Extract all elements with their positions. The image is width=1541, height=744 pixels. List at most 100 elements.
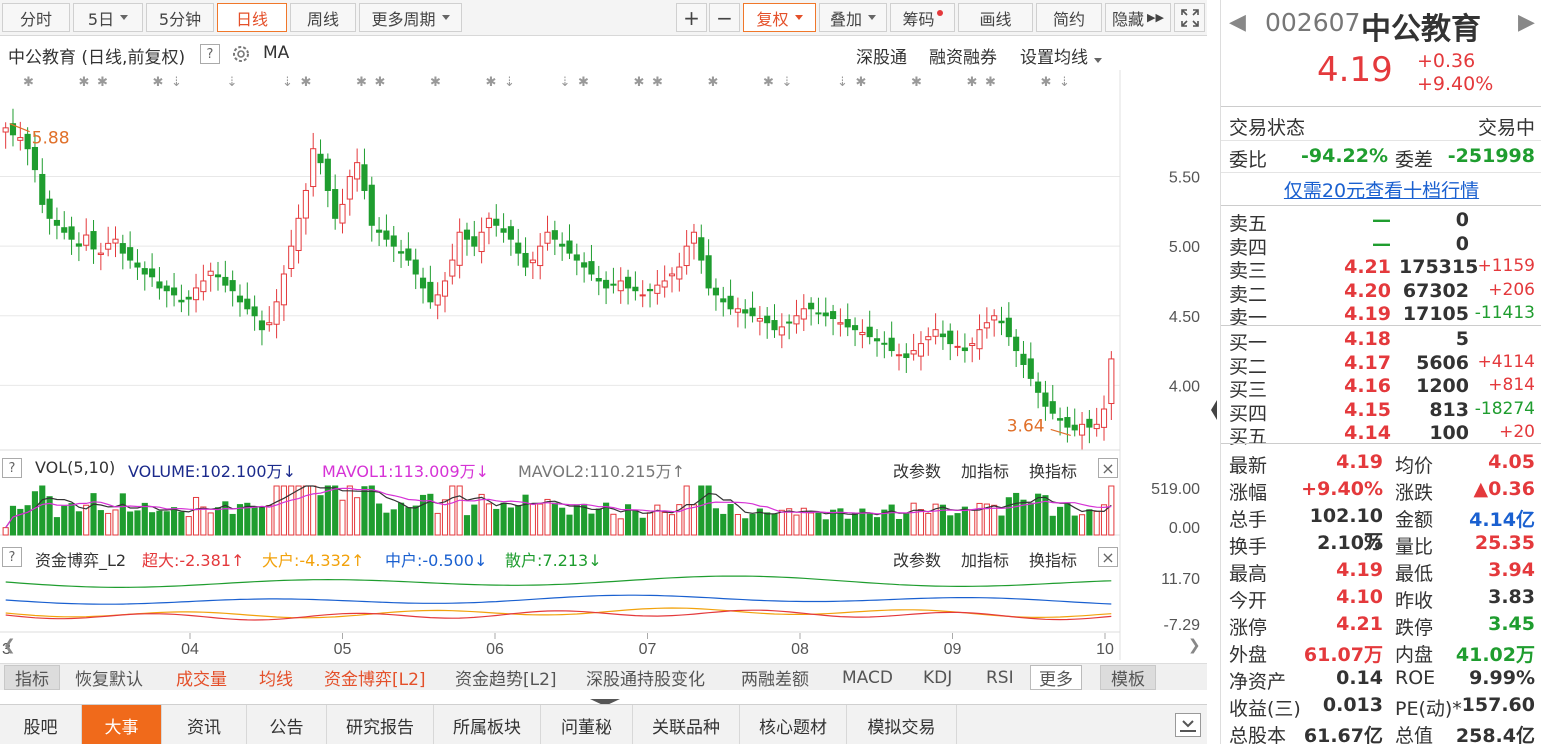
candlestick[interactable]	[471, 220, 478, 257]
indicator-tab-rsi[interactable]: RSI	[986, 665, 1014, 690]
candlestick[interactable]	[398, 239, 405, 268]
template-button[interactable]: 模板	[1100, 665, 1156, 690]
candlestick[interactable]	[1108, 351, 1115, 420]
candlestick[interactable]	[244, 282, 251, 315]
candlestick[interactable]	[251, 295, 258, 331]
candlestick[interactable]	[793, 299, 800, 334]
indicator-tab-restore[interactable]: 恢复默认	[75, 665, 143, 690]
candlestick[interactable]	[705, 239, 712, 296]
candlestick[interactable]	[566, 224, 573, 260]
candlestick[interactable]	[163, 280, 170, 308]
candlestick[interactable]	[1078, 411, 1086, 450]
candlestick[interactable]	[559, 232, 566, 261]
indicator-tab-macd[interactable]: MACD	[842, 665, 893, 690]
candlestick[interactable]	[778, 313, 785, 349]
candlestick[interactable]	[786, 314, 793, 340]
tab-research[interactable]: 研究报告	[327, 705, 434, 744]
candlestick[interactable]	[639, 280, 646, 308]
event-marker-icon[interactable]: ✱	[985, 75, 996, 90]
candlestick[interactable]	[888, 321, 895, 357]
candlestick[interactable]	[9, 108, 17, 147]
event-marker-icon[interactable]: ✱	[578, 75, 589, 90]
candlestick[interactable]	[734, 297, 741, 328]
help-button[interactable]: ?	[200, 44, 220, 64]
candlestick[interactable]	[961, 333, 968, 363]
promo-link[interactable]: 仅需20元查看十档行情	[1221, 176, 1541, 203]
zoom-in-button[interactable]: +	[676, 3, 707, 32]
fund-switch-indicator[interactable]: 换指标	[1029, 547, 1077, 571]
candlestick[interactable]	[75, 232, 82, 262]
tab-sim-trade[interactable]: 模拟交易	[847, 705, 957, 744]
candlestick[interactable]	[544, 215, 551, 251]
candlestick[interactable]	[500, 213, 507, 243]
candlestick[interactable]	[756, 306, 763, 336]
candlestick[interactable]	[24, 127, 31, 166]
event-marker-icon[interactable]: ⇣	[282, 75, 293, 90]
event-marker-icon[interactable]: ✱	[356, 75, 367, 90]
indicator-tab-ma[interactable]: 均线	[259, 665, 293, 690]
candlestick[interactable]	[222, 260, 229, 293]
candlestick[interactable]	[185, 290, 192, 316]
candlestick[interactable]	[983, 307, 990, 339]
candlestick[interactable]	[156, 267, 163, 300]
candlestick[interactable]	[280, 265, 287, 322]
candlestick[interactable]	[339, 188, 346, 234]
candlestick[interactable]	[749, 291, 756, 323]
candlestick[interactable]	[310, 132, 317, 197]
candlestick[interactable]	[1013, 329, 1020, 367]
candlestick[interactable]	[97, 242, 104, 271]
candlestick[interactable]	[127, 231, 134, 269]
candlestick[interactable]	[105, 226, 112, 257]
candlestick[interactable]	[522, 237, 529, 277]
candlestick[interactable]	[764, 307, 771, 339]
candlestick[interactable]	[17, 121, 24, 151]
fund-add-indicator[interactable]: 加指标	[961, 547, 1009, 571]
candlestick[interactable]	[537, 233, 544, 280]
vol-close-button[interactable]: ×	[1098, 458, 1118, 478]
event-marker-icon[interactable]: ✱	[430, 75, 441, 90]
candlestick[interactable]	[427, 265, 434, 309]
candlestick[interactable]	[515, 228, 522, 266]
candlestick[interactable]	[624, 269, 632, 305]
candlestick[interactable]	[463, 222, 471, 256]
event-marker-icon[interactable]: ⇣	[560, 75, 571, 90]
candlestick[interactable]	[295, 204, 302, 264]
event-marker-icon[interactable]: ✱	[708, 75, 719, 90]
candlestick[interactable]	[881, 331, 888, 359]
tab-fenshi[interactable]: 分时	[2, 3, 70, 32]
event-marker-icon[interactable]: ✱	[23, 75, 34, 90]
candlestick[interactable]	[354, 148, 361, 192]
event-marker-icon[interactable]: ⇣	[837, 75, 848, 90]
candlestick[interactable]	[383, 214, 390, 247]
candlestick[interactable]	[419, 267, 427, 304]
candlestick[interactable]	[61, 211, 68, 240]
indicator-tab-fund-game[interactable]: 资金博弈[L2]	[324, 665, 426, 690]
tab-5day[interactable]: 5日	[73, 3, 143, 32]
tab-announcements[interactable]: 公告	[247, 705, 327, 744]
candlestick[interactable]	[859, 319, 866, 349]
candlestick[interactable]	[229, 270, 236, 307]
candlestick[interactable]	[844, 303, 851, 337]
prev-stock-icon[interactable]: ◀	[1229, 10, 1246, 35]
event-marker-icon[interactable]: ⇣	[171, 75, 182, 90]
candlestick[interactable]	[1086, 410, 1093, 444]
candlestick[interactable]	[1071, 408, 1078, 437]
event-marker-icon[interactable]: ⇣	[782, 75, 793, 90]
candlestick[interactable]	[529, 251, 536, 280]
indicator-tab-sgt-holding[interactable]: 深股通持股变化	[586, 665, 705, 690]
candlestick[interactable]	[815, 297, 822, 325]
candlestick[interactable]	[412, 248, 419, 290]
more-period-dropdown[interactable]: 更多周期	[359, 3, 462, 32]
candlestick[interactable]	[46, 190, 53, 235]
candlestick[interactable]	[1020, 341, 1027, 379]
event-marker-icon[interactable]: ⇣	[504, 75, 515, 90]
candlestick[interactable]	[873, 329, 881, 357]
candlestick[interactable]	[302, 183, 309, 235]
candlestick[interactable]	[830, 304, 837, 336]
candlestick[interactable]	[376, 217, 383, 247]
candlestick[interactable]	[617, 267, 624, 304]
candlestick[interactable]	[214, 261, 222, 291]
event-marker-icon[interactable]: ⇣	[227, 75, 238, 90]
candlestick[interactable]	[808, 297, 815, 326]
candlestick[interactable]	[742, 299, 749, 329]
